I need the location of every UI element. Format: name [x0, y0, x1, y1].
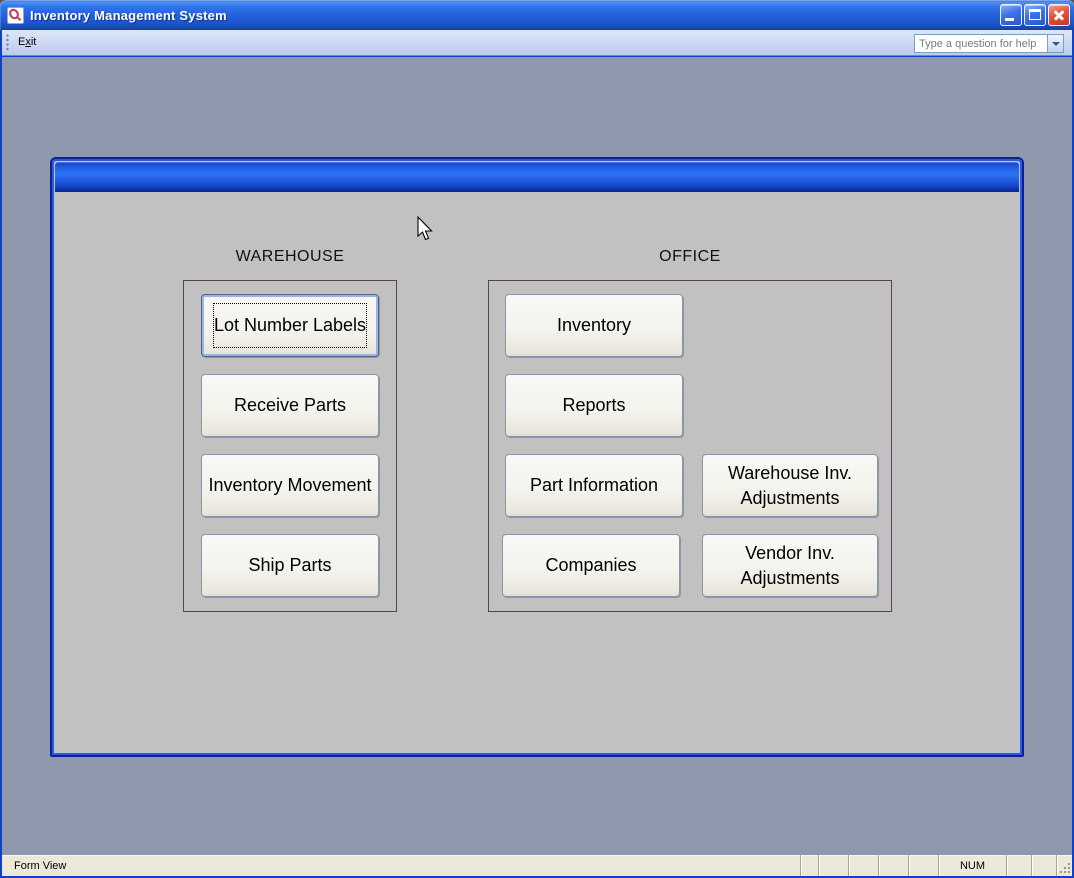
- chevron-down-icon: [1052, 42, 1060, 46]
- status-pane: [800, 855, 818, 876]
- office-section-label: OFFICE: [488, 248, 892, 266]
- help-search-dropdown-button[interactable]: [1047, 35, 1063, 52]
- help-search-input[interactable]: [915, 35, 1047, 52]
- minimize-icon: [1005, 18, 1014, 21]
- title-bar[interactable]: Inventory Management System: [0, 0, 1074, 30]
- menu-item-exit[interactable]: Exit: [10, 32, 44, 53]
- part-information-button[interactable]: Part Information: [505, 454, 683, 517]
- status-pane: [878, 855, 908, 876]
- minimize-button[interactable]: [1000, 4, 1022, 26]
- form-title-bar[interactable]: [55, 162, 1019, 192]
- switchboard-form-window: WAREHOUSE OFFICE Lot Number Labels Recei…: [50, 157, 1024, 757]
- menu-bar: Exit: [2, 30, 1072, 56]
- mdi-workspace: WAREHOUSE OFFICE Lot Number Labels Recei…: [2, 57, 1072, 854]
- status-pane: [1031, 855, 1056, 876]
- status-num-lock: NUM: [938, 855, 1006, 876]
- access-key-icon: [7, 7, 24, 24]
- ship-parts-button[interactable]: Ship Parts: [201, 534, 379, 597]
- warehouse-inv-adjustments-button[interactable]: Warehouse Inv. Adjustments: [702, 454, 878, 517]
- status-pane: [1006, 855, 1031, 876]
- companies-button[interactable]: Companies: [502, 534, 680, 597]
- close-button[interactable]: [1048, 4, 1070, 26]
- status-pane: [818, 855, 848, 876]
- window-title: Inventory Management System: [30, 8, 227, 23]
- resize-grip-icon[interactable]: [1056, 855, 1072, 876]
- form-body: WAREHOUSE OFFICE Lot Number Labels Recei…: [55, 192, 1019, 752]
- inventory-button[interactable]: Inventory: [505, 294, 683, 357]
- reports-button[interactable]: Reports: [505, 374, 683, 437]
- vendor-inv-adjustments-button[interactable]: Vendor Inv. Adjustments: [702, 534, 878, 597]
- status-pane: [848, 855, 878, 876]
- inventory-movement-button[interactable]: Inventory Movement: [201, 454, 379, 517]
- receive-parts-button[interactable]: Receive Parts: [201, 374, 379, 437]
- application-window: Inventory Management System Exit: [0, 0, 1074, 878]
- lot-number-labels-button[interactable]: Lot Number Labels: [201, 294, 379, 357]
- maximize-icon: [1029, 9, 1041, 20]
- status-bar: Form View NUM: [2, 854, 1072, 876]
- status-view-mode: Form View: [2, 855, 800, 876]
- warehouse-section-label: WAREHOUSE: [183, 248, 397, 266]
- maximize-button[interactable]: [1024, 4, 1046, 26]
- help-search-combo: [914, 34, 1064, 53]
- status-pane: [908, 855, 938, 876]
